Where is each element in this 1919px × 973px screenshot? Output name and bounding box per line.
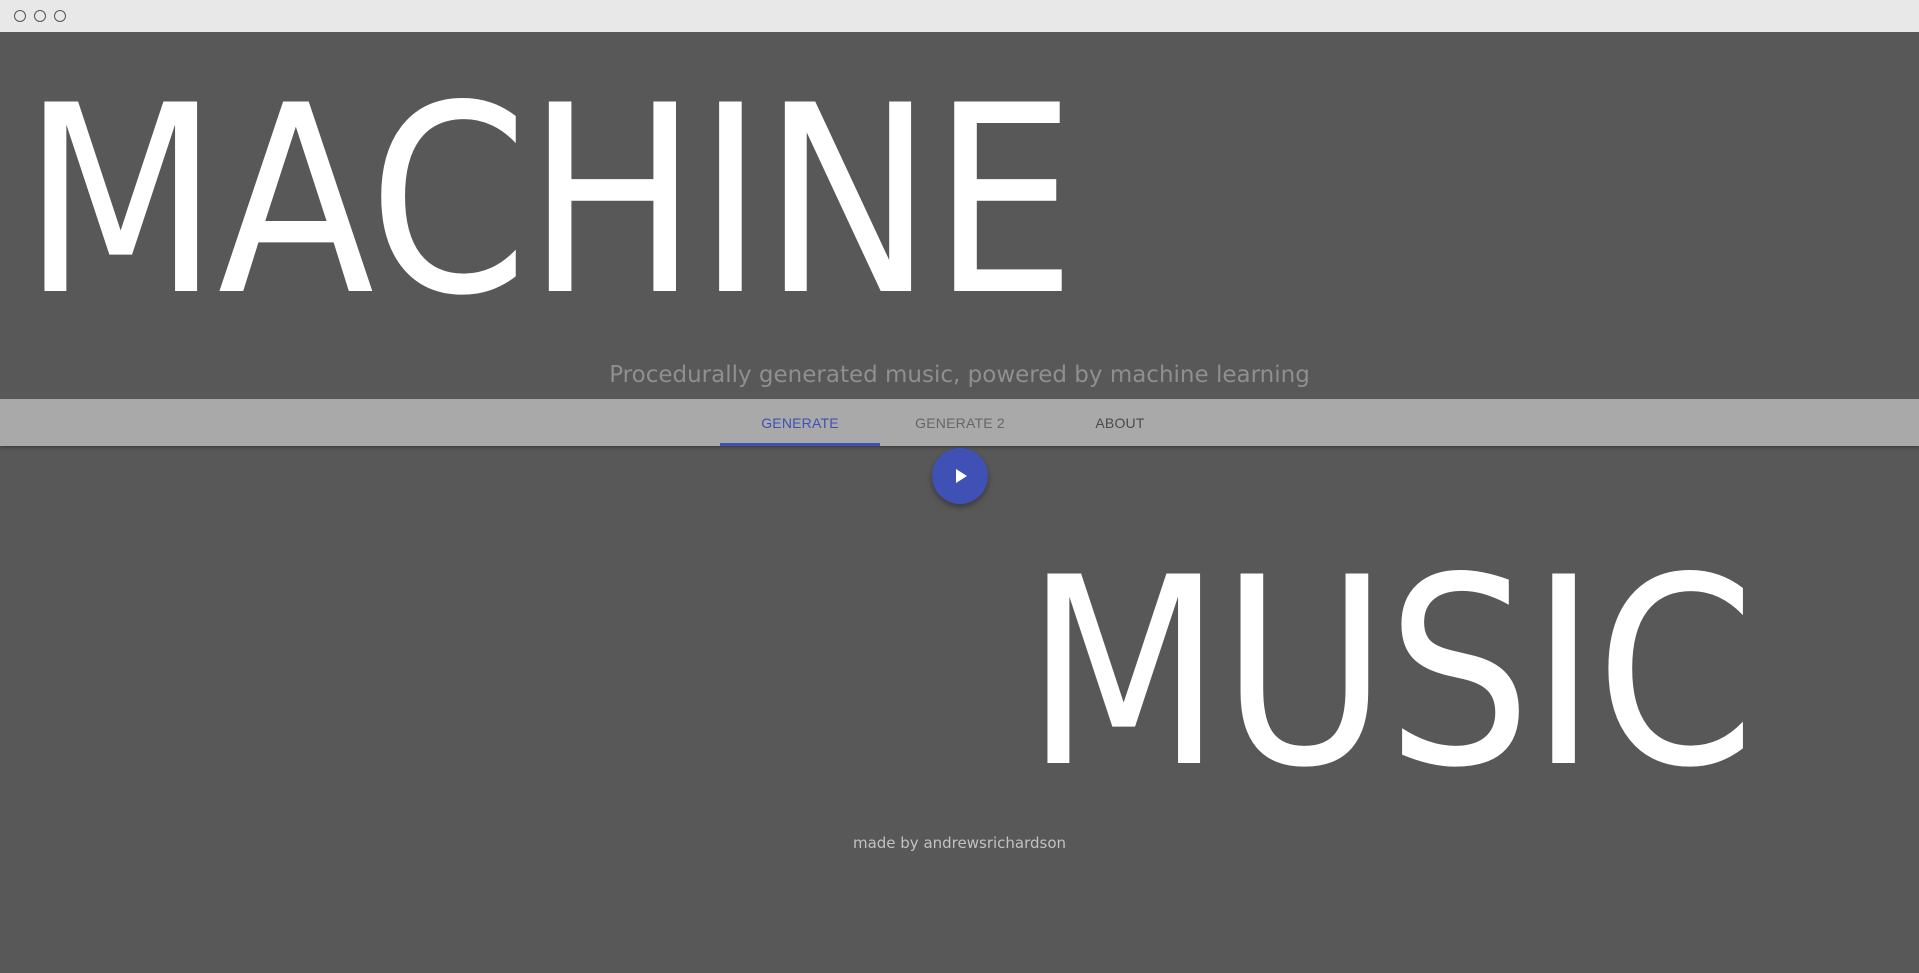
tab-generate[interactable]: GENERATE bbox=[720, 399, 880, 446]
play-icon bbox=[956, 469, 967, 483]
tab-bar: GENERATE GENERATE 2 ABOUT bbox=[0, 399, 1919, 446]
window-maximize-control[interactable] bbox=[54, 10, 66, 22]
window-close-control[interactable] bbox=[14, 10, 26, 22]
hero-title-top: MACHINE bbox=[22, 51, 1076, 353]
tagline: Procedurally generated music, powered by… bbox=[609, 362, 1310, 388]
page: MACHINE Procedurally generated music, po… bbox=[0, 32, 1919, 973]
footer-credit: made by andrewsrichardson bbox=[852, 834, 1067, 852]
play-button[interactable] bbox=[932, 448, 988, 504]
window-minimize-control[interactable] bbox=[34, 10, 46, 22]
hero-title-bottom: MUSIC bbox=[1025, 523, 1755, 825]
tab-generate-2[interactable]: GENERATE 2 bbox=[880, 399, 1040, 446]
tab-about[interactable]: ABOUT bbox=[1040, 399, 1200, 446]
window-titlebar bbox=[0, 0, 1919, 32]
